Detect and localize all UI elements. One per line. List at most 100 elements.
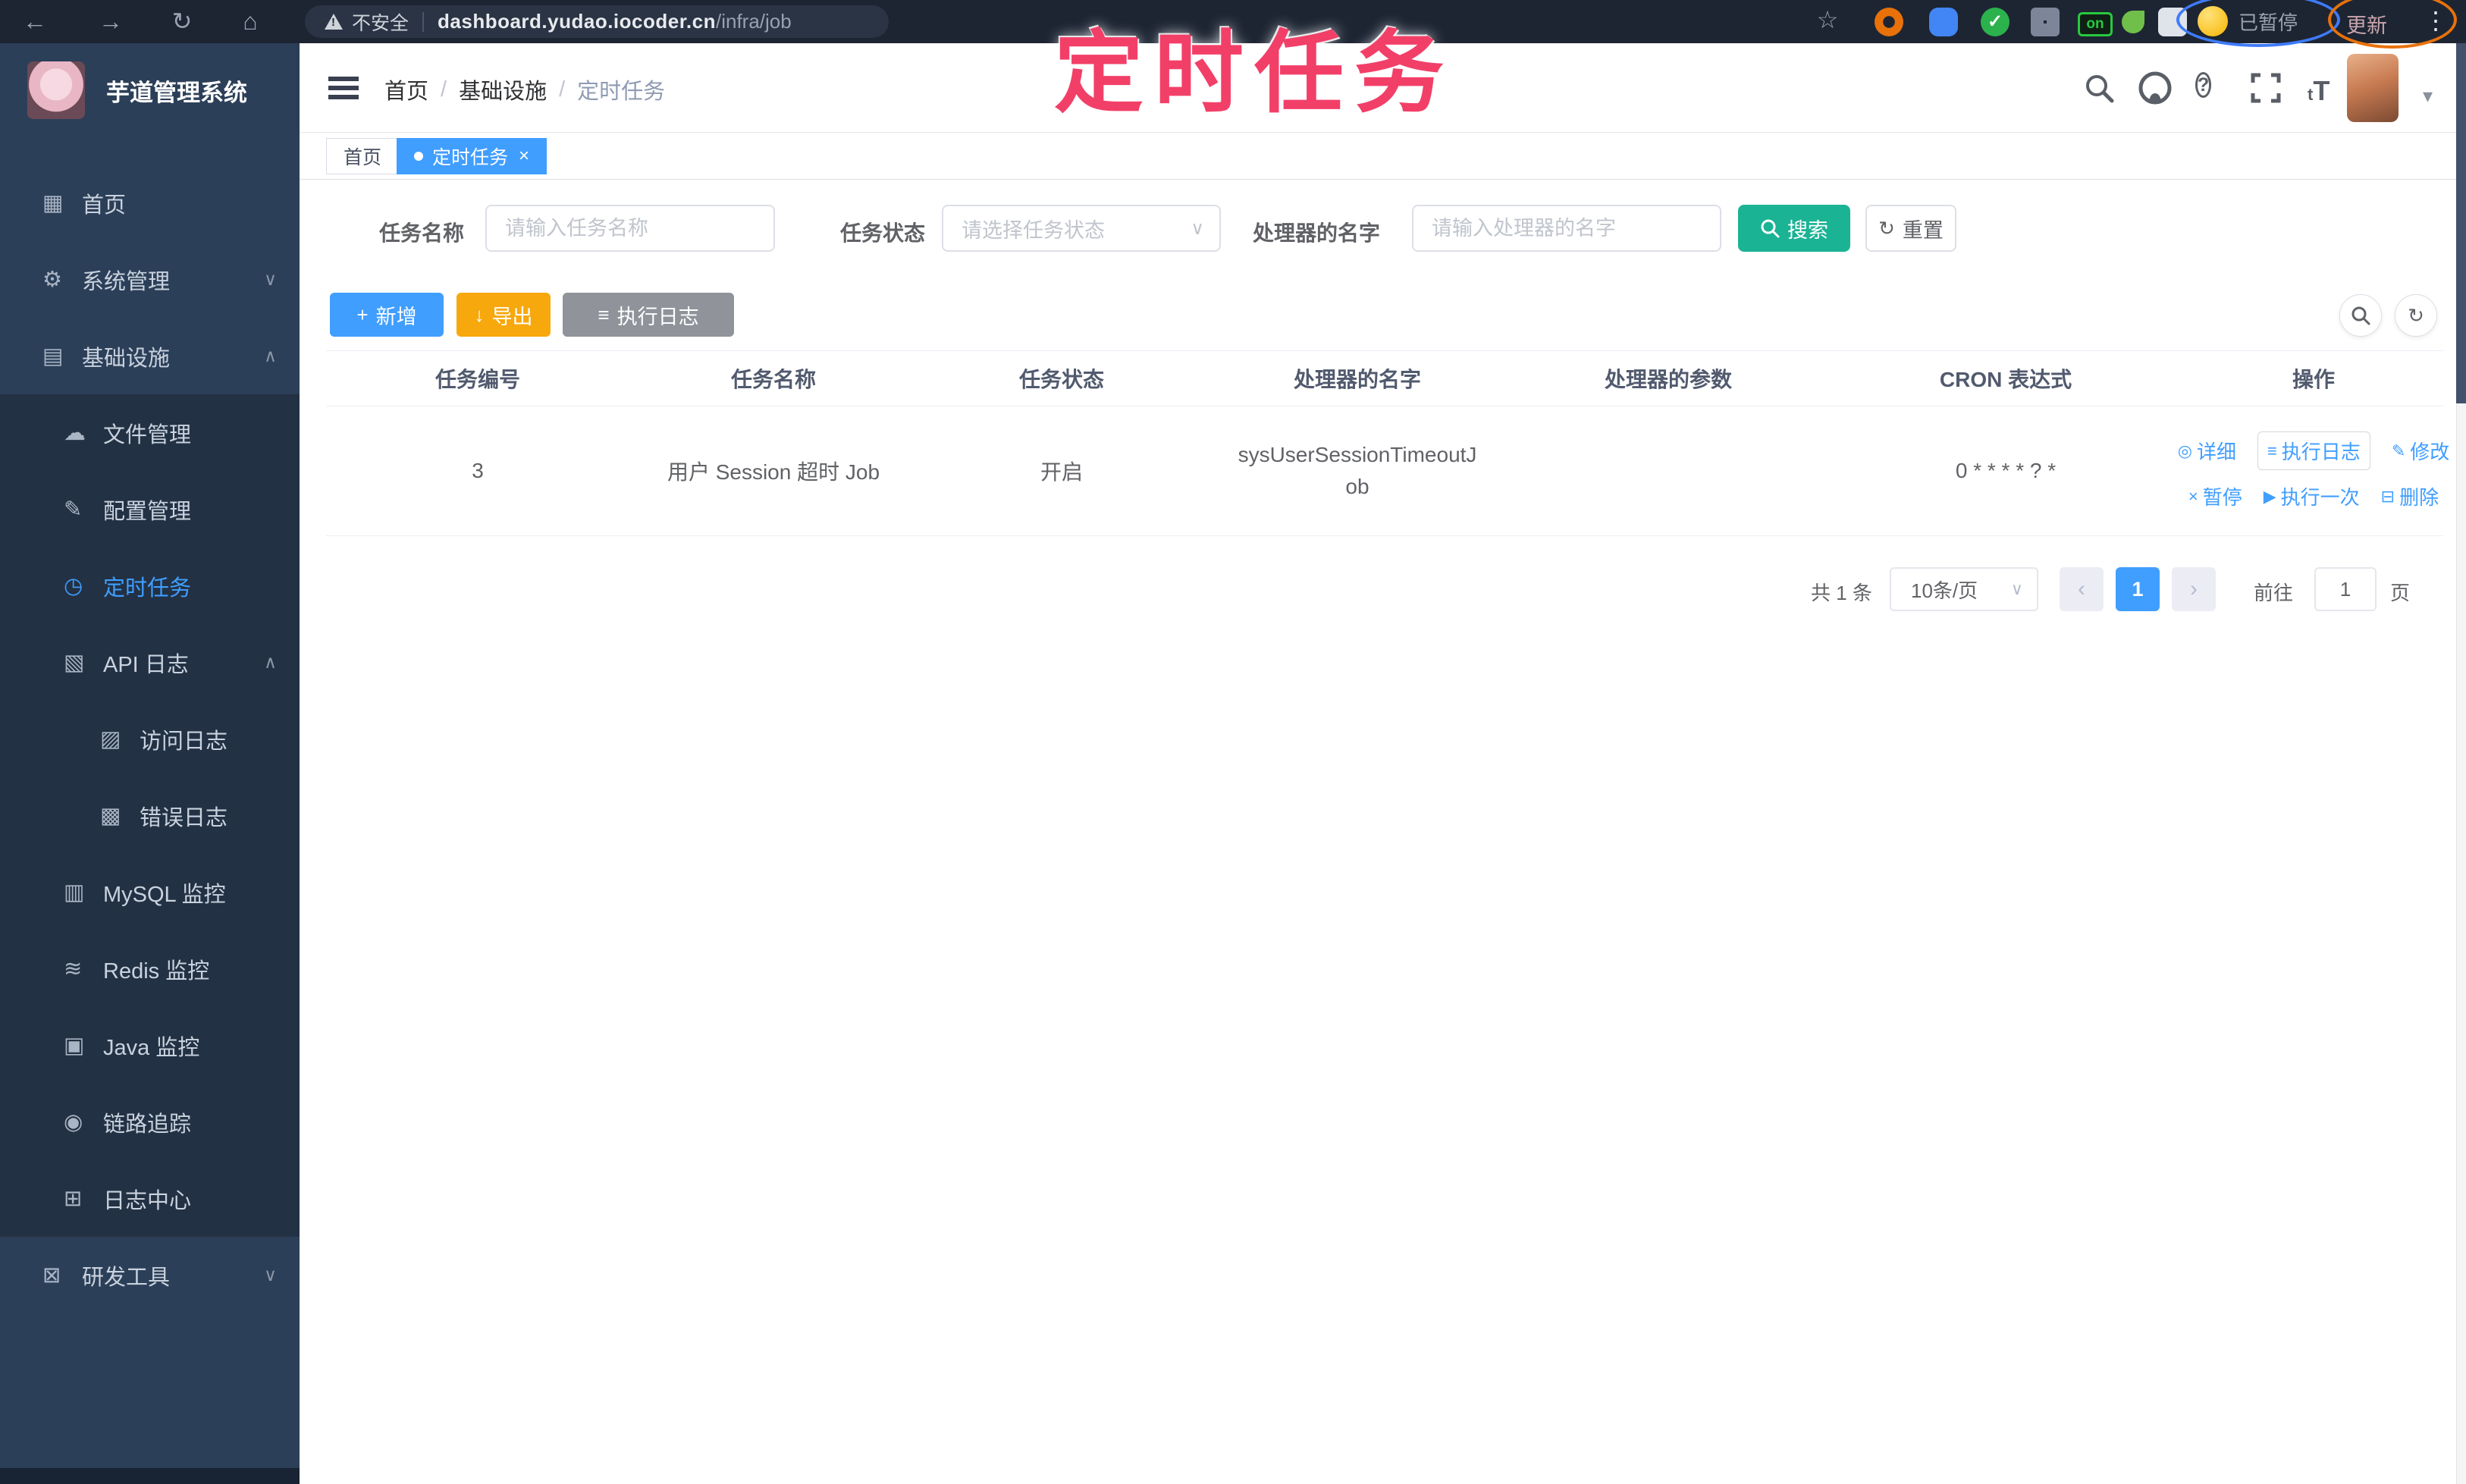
chevron-up-icon: ∧ [264, 652, 277, 672]
page-size-select[interactable]: 10条/页 ∨ [1890, 567, 2038, 611]
chevron-down-icon: ∨ [2010, 579, 2023, 598]
sidebar-item-mysql-monitor[interactable]: ▥ MySQL 监控 [0, 854, 300, 930]
search-button-label: 搜索 [1787, 218, 1828, 242]
col-job-status: 任务状态 [1018, 368, 1104, 391]
row-job-log-link[interactable]: ≡ 执行日志 [2257, 431, 2370, 470]
reset-button[interactable]: ↻ 重置 [1865, 205, 1956, 252]
col-cron: CRON 表达式 [1939, 368, 2072, 391]
browser-home-icon[interactable]: ⌂ [234, 5, 267, 38]
gear-icon: ⚙ [42, 268, 62, 292]
error-log-icon: ▩ [100, 804, 121, 828]
sidebar-item-dev-tools[interactable]: ⊠ 研发工具 ∨ [0, 1237, 300, 1313]
refresh-table-button[interactable]: ↻ [2395, 294, 2437, 337]
tab-scheduled-jobs[interactable]: 定时任务 × [397, 138, 547, 174]
add-button-label: 新增 [375, 305, 417, 328]
extension-leaf-icon[interactable] [2122, 11, 2144, 33]
extension-grid-icon[interactable] [2031, 8, 2060, 36]
sidebar-item-trace[interactable]: ◉ 链路追踪 [0, 1084, 300, 1160]
close-icon[interactable]: × [519, 146, 529, 167]
help-icon[interactable]: ? [2195, 72, 2212, 98]
export-button[interactable]: ↓ 导出 [456, 293, 551, 337]
url-domain: dashboard.yudao.iocoder.cn [438, 10, 716, 33]
page-number-button[interactable]: 1 [2116, 567, 2160, 611]
sidebar-item-label: 配置管理 [103, 499, 192, 524]
sidebar-item-label: API 日志 [103, 652, 189, 677]
font-size-icon[interactable]: tT [2308, 75, 2330, 107]
sidebar-item-label: 研发工具 [82, 1265, 171, 1290]
sidebar-item-access-log[interactable]: ▨ 访问日志 [0, 701, 300, 777]
plus-icon: + [356, 303, 369, 326]
job-status-select[interactable]: 请选择任务状态 ∨ [942, 205, 1221, 252]
sidebar-collapse-icon[interactable] [328, 77, 359, 99]
page-scrollbar-thumb[interactable] [2456, 43, 2466, 403]
sidebar-item-file-manage[interactable]: ☁ 文件管理 [0, 394, 300, 471]
search-button[interactable]: 搜索 [1738, 205, 1850, 252]
cloud-upload-icon: ☁ [64, 421, 86, 445]
tab-home[interactable]: 首页 [326, 138, 400, 174]
tab-label: 首页 [344, 147, 382, 168]
sidebar-item-label: 定时任务 [103, 576, 192, 601]
annotation-title: 定时任务 [1054, 24, 1455, 124]
eye-icon: ◉ [64, 1110, 83, 1134]
sidebar-item-error-log[interactable]: ▩ 错误日志 [0, 777, 300, 854]
pause-link[interactable]: × 暂停 [2188, 482, 2242, 510]
delete-link[interactable]: ⊟ 删除 [2381, 482, 2439, 510]
sidebar-item-redis-monitor[interactable]: ≋ Redis 监控 [0, 930, 300, 1007]
extension-orange-icon[interactable] [1875, 8, 1903, 36]
pencil-icon: ✎ [2391, 441, 2406, 460]
toggle-search-button[interactable] [2339, 294, 2382, 337]
address-bar[interactable]: ! 不安全 dashboard.yudao.iocoder.cn/infra/j… [305, 5, 889, 38]
sidebar-item-system[interactable]: ⚙ 系统管理 ∨ [0, 241, 300, 318]
search-icon [1760, 218, 1780, 238]
table-header-row: 任务编号 任务名称 任务状态 处理器的名字 处理器的参数 CRON 表达式 操作 [326, 351, 2443, 406]
extension-green-check-icon[interactable]: ✓ [1981, 8, 2010, 36]
active-dot-icon [414, 152, 423, 161]
extension-on-badge[interactable]: on [2078, 12, 2113, 36]
sidebar-item-scheduled-jobs[interactable]: ◷ 定时任务 [0, 547, 300, 624]
tags-view-bar: 首页 定时任务 × [300, 133, 2466, 180]
user-avatar[interactable] [2347, 54, 2399, 122]
pause-label: 暂停 [2202, 486, 2242, 509]
breadcrumb-home[interactable]: 首页 [384, 74, 428, 105]
sidebar-item-infra[interactable]: ▤ 基础设施 ∧ [0, 318, 300, 394]
sidebar-item-java-monitor[interactable]: ▣ Java 监控 [0, 1007, 300, 1084]
page-size-value: 10条/页 [1911, 579, 1978, 602]
job-log-button-label: 执行日志 [616, 305, 699, 328]
add-button[interactable]: + 新增 [330, 293, 444, 337]
sidebar-item-api-log[interactable]: ▧ API 日志 ∧ [0, 624, 300, 701]
sidebar-item-home[interactable]: ▦ 首页 [0, 165, 300, 241]
toolbox-icon: ⊠ [42, 1263, 61, 1288]
goto-page-input[interactable] [2314, 567, 2377, 611]
github-icon[interactable] [2138, 71, 2173, 105]
pagination-total: 共 1 条 [1811, 582, 1872, 604]
extension-blue-icon[interactable] [1929, 8, 1958, 36]
browser-back-icon[interactable]: ← [18, 5, 52, 38]
breadcrumb-infra[interactable]: 基础设施 [459, 74, 547, 105]
detail-link[interactable]: ◎ 详细 [2178, 437, 2236, 465]
chevron-down-icon: ∨ [1191, 218, 1204, 239]
database-icon: ▥ [64, 880, 85, 905]
prev-page-button[interactable]: ‹ [2060, 567, 2104, 611]
sidebar-item-log-center[interactable]: ⊞ 日志中心 [0, 1160, 300, 1237]
sidebar-item-label: 首页 [82, 193, 127, 218]
col-job-name: 任务名称 [730, 368, 816, 391]
avatar-caret-icon[interactable]: ▾ [2423, 84, 2433, 108]
run-once-link[interactable]: ▶ 执行一次 [2264, 482, 2360, 510]
next-page-button[interactable]: › [2172, 567, 2216, 611]
browser-reload-icon[interactable]: ↻ [165, 5, 199, 38]
job-status-label: 任务状态 [840, 221, 926, 245]
job-log-button[interactable]: ≡ 执行日志 [563, 293, 734, 337]
fullscreen-icon[interactable] [2250, 72, 2282, 104]
edit-link[interactable]: ✎ 修改 [2392, 437, 2449, 465]
search-icon[interactable] [2083, 72, 2115, 104]
job-name-label: 任务名称 [379, 221, 465, 245]
question-mark: ? [2195, 72, 2212, 98]
browser-forward-icon[interactable]: → [94, 5, 127, 38]
app-logo-row[interactable]: 芋道管理系统 [0, 52, 300, 128]
sidebar-item-config-manage[interactable]: ✎ 配置管理 [0, 471, 300, 547]
export-button-label: 导出 [491, 305, 533, 328]
bookmark-star-icon[interactable]: ☆ [1811, 3, 1844, 36]
handler-name-input[interactable] [1412, 205, 1721, 252]
job-name-input[interactable] [485, 205, 775, 252]
breadcrumb-current: 定时任务 [577, 80, 666, 104]
